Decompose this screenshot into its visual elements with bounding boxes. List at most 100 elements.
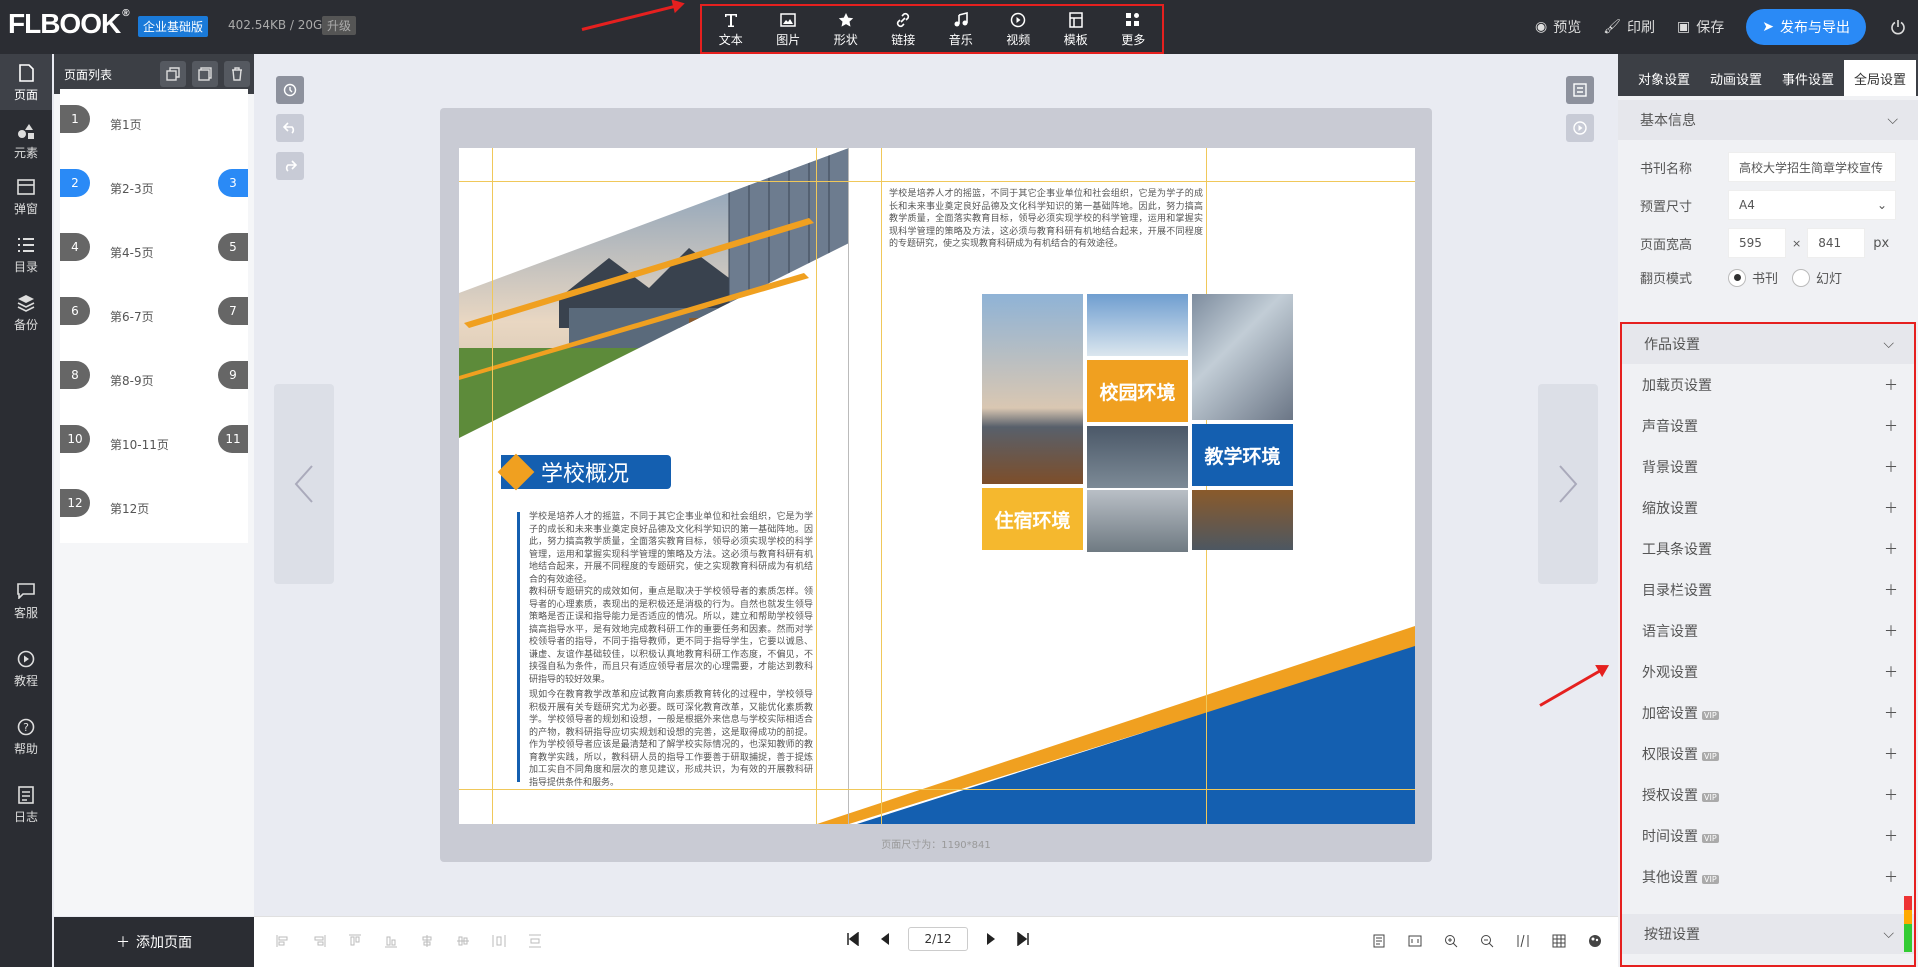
- page-number-input[interactable]: 2/12: [908, 927, 968, 951]
- tab-object-settings[interactable]: 对象设置: [1628, 60, 1700, 96]
- nav-log[interactable]: 日志: [0, 776, 52, 832]
- align-bottom-icon[interactable]: [382, 932, 400, 950]
- zoom-settings[interactable]: 缩放设置＋: [1642, 487, 1898, 528]
- flip-book-radio[interactable]: 书刊: [1728, 268, 1778, 287]
- preview-button[interactable]: ◉ 预览: [1535, 17, 1581, 37]
- book-spread[interactable]: 学校概况 学校是培养人才的摇篮，不同于其它企事业单位和社会组织，它是为学子的成长…: [459, 148, 1415, 824]
- encryption-settings[interactable]: 加密设置 VIP ＋: [1642, 692, 1898, 733]
- nav-service[interactable]: 客服: [0, 572, 52, 628]
- delete-page-icon[interactable]: [224, 61, 250, 87]
- first-page-icon[interactable]: [844, 930, 862, 948]
- undo-icon[interactable]: [276, 114, 304, 142]
- right-paragraph[interactable]: 学校是培养人才的摇篮，不同于其它企事业单位和社会组织，它是为学子的成长和未来事业…: [889, 188, 1203, 251]
- page-item-1[interactable]: 1 第1页: [60, 89, 248, 159]
- add-page-button[interactable]: ＋添加页面: [54, 917, 254, 967]
- grid-photo[interactable]: [1087, 490, 1188, 552]
- tool-shape[interactable]: 形状: [820, 11, 872, 48]
- align-top-icon[interactable]: [346, 932, 364, 950]
- save-button[interactable]: ▣ 保存: [1677, 17, 1724, 37]
- nav-popup[interactable]: 弹窗: [0, 168, 52, 224]
- print-button[interactable]: 🖌 印刷: [1603, 17, 1655, 37]
- basic-info-header[interactable]: 基本信息 ⌵: [1618, 100, 1918, 140]
- tab-global-settings[interactable]: 全局设置: [1844, 60, 1917, 96]
- zoom-in-icon[interactable]: [1442, 932, 1460, 950]
- duplicate-page-icon[interactable]: [160, 61, 186, 87]
- nav-page[interactable]: 页面: [0, 54, 52, 110]
- preset-size-select[interactable]: A4 ⌄: [1728, 190, 1896, 220]
- flip-slide-radio[interactable]: 幻灯: [1792, 268, 1842, 287]
- button-settings-header[interactable]: 按钮设置 ⌵: [1622, 914, 1914, 954]
- page-height-input[interactable]: 841: [1807, 228, 1866, 258]
- language-settings[interactable]: 语言设置＋: [1642, 610, 1898, 651]
- tool-text[interactable]: 文本: [705, 11, 757, 48]
- page-item-6-7[interactable]: 6 第6-7页 7: [60, 281, 248, 351]
- prev-page-button[interactable]: [274, 384, 334, 584]
- left-paragraph-3[interactable]: 现如今在教育教学改革和应试教育向素质教育转化的过程中，学校领导积极开展有关专题研…: [529, 689, 813, 789]
- theme-icon[interactable]: [1586, 932, 1604, 950]
- nav-elements[interactable]: 元素: [0, 112, 52, 168]
- page-item-4-5[interactable]: 4 第4-5页 5: [60, 217, 248, 287]
- time-settings[interactable]: 时间设置 VIP ＋: [1642, 815, 1898, 856]
- grid-photo[interactable]: [1192, 294, 1293, 420]
- tab-animation-settings[interactable]: 动画设置: [1700, 60, 1772, 96]
- book-name-input[interactable]: 高校大学招生简章学校宣传: [1728, 152, 1896, 182]
- next-page-icon[interactable]: [982, 930, 1000, 948]
- grid-photo[interactable]: [1192, 490, 1293, 550]
- page-item-10-11[interactable]: 10 第10-11页 11: [60, 409, 248, 479]
- sound-settings[interactable]: 声音设置＋: [1642, 405, 1898, 446]
- nav-backup[interactable]: 备份: [0, 284, 52, 340]
- loading-page-settings[interactable]: 加载页设置＋: [1642, 364, 1898, 405]
- nav-help[interactable]: ? 帮助: [0, 708, 52, 764]
- grid-photo[interactable]: [982, 294, 1083, 484]
- power-icon[interactable]: [1888, 17, 1908, 37]
- play-preview-icon[interactable]: [1566, 114, 1594, 142]
- guides-icon[interactable]: [1514, 932, 1532, 950]
- teaching-env-label[interactable]: 教学环境: [1192, 424, 1293, 486]
- grid-icon[interactable]: [1550, 932, 1568, 950]
- last-page-icon[interactable]: [1014, 930, 1032, 948]
- notes-icon[interactable]: [1370, 932, 1388, 950]
- next-page-button[interactable]: [1538, 384, 1598, 584]
- page-width-input[interactable]: 595: [1728, 228, 1786, 258]
- scrollbar[interactable]: [1904, 896, 1912, 952]
- page-item-8-9[interactable]: 8 第8-9页 9: [60, 345, 248, 415]
- distribute-v-icon[interactable]: [526, 932, 544, 950]
- left-paragraph-1[interactable]: 学校是培养人才的摇篮，不同于其它企事业单位和社会组织，它是为学子的成长和未来事业…: [529, 511, 813, 586]
- zoom-out-icon[interactable]: [1478, 932, 1496, 950]
- dorm-env-label[interactable]: 住宿环境: [982, 488, 1083, 550]
- align-left-icon[interactable]: [274, 932, 292, 950]
- appearance-settings[interactable]: 外观设置＋: [1642, 651, 1898, 692]
- align-center-v-icon[interactable]: [454, 932, 472, 950]
- align-right-icon[interactable]: [310, 932, 328, 950]
- authorization-settings[interactable]: 授权设置 VIP ＋: [1642, 774, 1898, 815]
- tool-link[interactable]: 链接: [877, 11, 929, 48]
- campus-env-label[interactable]: 校园环境: [1087, 360, 1188, 422]
- tool-image[interactable]: 图片: [762, 11, 814, 48]
- tab-event-settings[interactable]: 事件设置: [1772, 60, 1844, 96]
- tool-template[interactable]: 模板: [1050, 11, 1102, 48]
- grid-photo[interactable]: [1087, 294, 1188, 356]
- page-item-2-3[interactable]: 2 第2-3页 3: [60, 153, 248, 223]
- grid-photo[interactable]: [1087, 426, 1188, 488]
- upgrade-button[interactable]: 升级: [322, 16, 357, 35]
- history-icon[interactable]: [276, 76, 304, 104]
- other-settings[interactable]: 其他设置 VIP ＋: [1642, 856, 1898, 897]
- nav-tutorial[interactable]: 教程: [0, 640, 52, 696]
- works-settings-header[interactable]: 作品设置 ⌵: [1622, 324, 1914, 364]
- publish-button[interactable]: ➤ 发布与导出: [1746, 9, 1866, 45]
- left-paragraph-2[interactable]: 教科研专题研究的成效如何，重点是取决于学校领导者的素质怎样。领导者的心理素质，表…: [529, 586, 813, 686]
- tool-video[interactable]: 视频: [992, 11, 1044, 48]
- copy-page-icon[interactable]: [192, 61, 218, 87]
- permission-settings[interactable]: 权限设置 VIP ＋: [1642, 733, 1898, 774]
- page-settings-icon[interactable]: [1566, 76, 1594, 104]
- prev-page-icon[interactable]: [876, 930, 894, 948]
- background-settings[interactable]: 背景设置＋: [1642, 446, 1898, 487]
- align-center-h-icon[interactable]: [418, 932, 436, 950]
- toc-settings[interactable]: 目录栏设置＋: [1642, 569, 1898, 610]
- toolbar-settings[interactable]: 工具条设置＋: [1642, 528, 1898, 569]
- nav-toc[interactable]: 目录: [0, 226, 52, 282]
- tool-music[interactable]: 音乐: [935, 11, 987, 48]
- redo-icon[interactable]: [276, 152, 304, 180]
- fit-screen-icon[interactable]: [1406, 932, 1424, 950]
- tool-more[interactable]: 更多: [1107, 11, 1159, 48]
